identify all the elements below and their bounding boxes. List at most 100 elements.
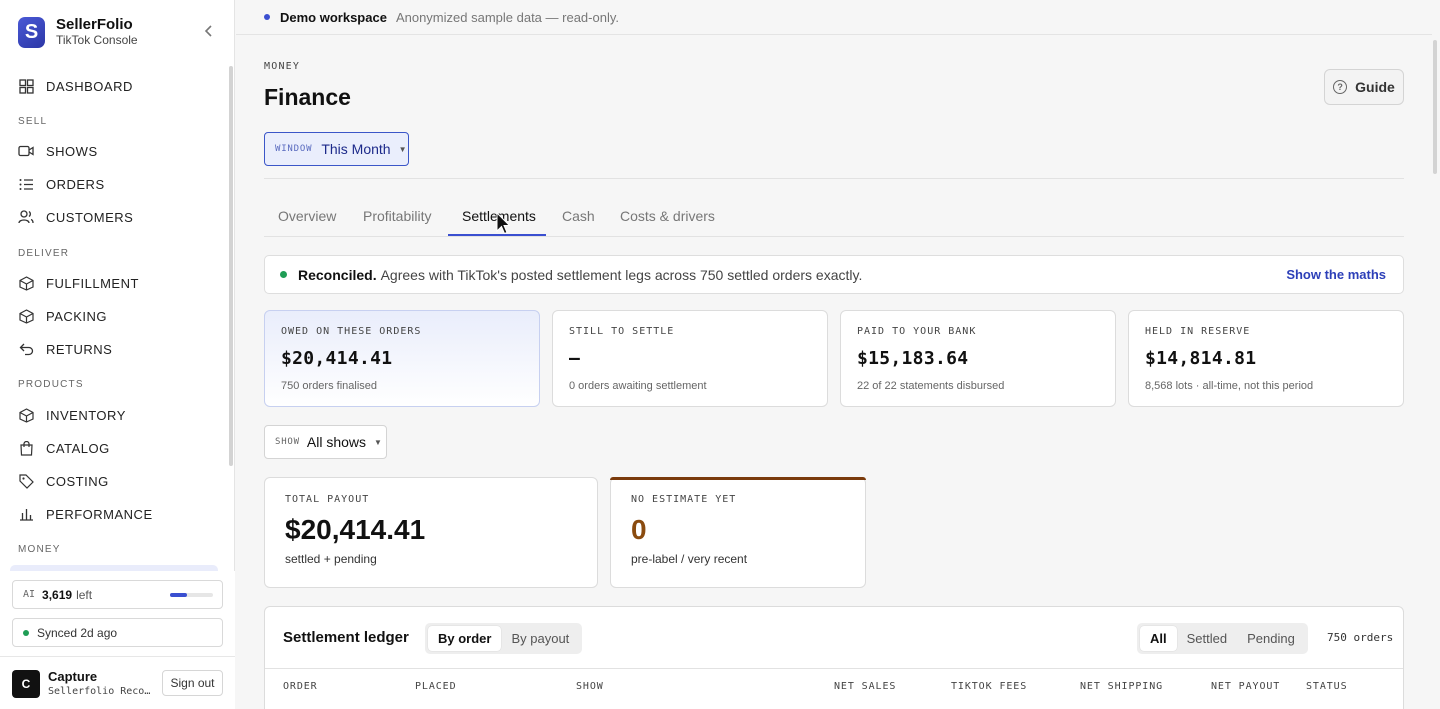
ai-credits[interactable]: AI 3,619 left <box>12 580 223 609</box>
kpi-card-held-in-reserve[interactable]: HELD IN RESERVE $14,814.81 8,568 lots · … <box>1128 310 1404 407</box>
sidebar-item-inventory[interactable]: INVENTORY <box>18 405 126 425</box>
column-header[interactable]: NET PAYOUT <box>1211 681 1280 692</box>
ai-tag: AI <box>23 589 36 600</box>
avatar[interactable]: C <box>12 670 40 698</box>
window-select[interactable]: WINDOW This Month ▼ <box>264 132 409 166</box>
ledger-title: Settlement ledger <box>283 629 409 646</box>
tab-cash[interactable]: Cash <box>562 208 595 237</box>
kpi-sub: 750 orders finalised <box>281 380 378 392</box>
sidebar-item-returns[interactable]: RETURNS <box>18 339 112 359</box>
sidebar-item-label: COSTING <box>46 473 109 489</box>
sidebar-item-catalog[interactable]: CATALOG <box>18 438 110 458</box>
sidebar-item-packing[interactable]: PACKING <box>18 306 107 326</box>
card-value: $20,414.41 <box>285 514 426 545</box>
tab-overview[interactable]: Overview <box>278 208 336 237</box>
sync-status[interactable]: Synced 2d ago <box>12 618 223 647</box>
mouse-pointer-icon <box>496 212 510 235</box>
sidebar-scrollbar[interactable] <box>229 66 233 466</box>
users-icon <box>18 209 34 225</box>
caret-down-icon: ▼ <box>398 144 407 154</box>
guide-label: Guide <box>1355 79 1395 95</box>
filter-all-button[interactable]: All <box>1140 626 1177 651</box>
show-value: All shows <box>306 434 367 450</box>
ai-credits-label: left <box>76 587 93 602</box>
sidebar-item-orders[interactable]: ORDERS <box>18 174 105 194</box>
kpi-value: — <box>569 348 581 369</box>
column-header[interactable]: PLACED <box>415 681 457 692</box>
ai-usage-bar <box>170 593 213 597</box>
status-dot <box>280 271 287 278</box>
total-payout-card: TOTAL PAYOUT $20,414.41 settled + pendin… <box>264 477 598 588</box>
view-by-order-button[interactable]: By order <box>428 626 502 651</box>
column-header[interactable]: ORDER <box>283 681 318 692</box>
no-estimate-card: NO ESTIMATE YET 0 pre-label / very recen… <box>610 477 866 588</box>
ledger-view-toggle: By order By payout <box>425 623 583 654</box>
card-label: NO ESTIMATE YET <box>631 494 737 505</box>
nav-section-money: MONEY <box>18 544 61 555</box>
nav-section-products: PRODUCTS <box>18 379 84 390</box>
ai-usage-fill <box>170 593 188 597</box>
banner-title: Demo workspace <box>280 9 387 25</box>
kpi-card-paid-to-bank[interactable]: PAID TO YOUR BANK $15,183.64 22 of 22 st… <box>840 310 1116 407</box>
sidebar-item-costing[interactable]: COSTING <box>18 471 109 491</box>
sign-out-button[interactable]: Sign out <box>162 670 223 696</box>
kpi-card-still-to-settle[interactable]: STILL TO SETTLE — 0 orders awaiting sett… <box>552 310 828 407</box>
kpi-value: $14,814.81 <box>1145 348 1257 369</box>
card-sub: pre-label / very recent <box>631 552 748 566</box>
kpi-label: OWED ON THESE ORDERS <box>281 326 422 337</box>
ledger-table-header: ORDER PLACED SHOW NET SALES TIKTOK FEES … <box>265 668 1403 702</box>
show-tag: SHOW <box>275 437 300 447</box>
ai-credits-count: 3,619 <box>42 587 73 602</box>
collapse-sidebar-icon[interactable] <box>200 24 218 42</box>
box-icon <box>18 407 34 423</box>
sidebar-item-label: SHOWS <box>46 143 98 159</box>
brand-subtitle: TikTok Console <box>56 33 138 47</box>
sidebar-item-label: RETURNS <box>46 341 113 357</box>
divider <box>264 178 1404 179</box>
kpi-sub: 22 of 22 statements disbursed <box>857 380 1005 392</box>
window-tag: WINDOW <box>275 144 313 154</box>
show-select[interactable]: SHOW All shows ▼ <box>264 425 387 459</box>
window-value: This Month <box>321 141 391 157</box>
reconciled-title: Reconciled. <box>298 266 377 283</box>
column-header[interactable]: TIKTOK FEES <box>951 681 1027 692</box>
tag-icon <box>18 473 34 489</box>
show-maths-link[interactable]: Show the maths <box>1286 267 1386 282</box>
demo-banner: Demo workspace Anonymized sample data — … <box>236 0 1432 35</box>
card-value: 0 <box>631 514 647 545</box>
sidebar-item-fulfillment[interactable]: FULFILLMENT <box>18 273 139 293</box>
sidebar-item-shows[interactable]: SHOWS <box>18 141 98 161</box>
sidebar-item-customers[interactable]: CUSTOMERS <box>18 207 133 227</box>
view-by-payout-button[interactable]: By payout <box>501 626 579 651</box>
guide-button[interactable]: ? Guide <box>1324 69 1404 105</box>
sidebar-item-label: DASHBOARD <box>46 78 133 94</box>
brand[interactable]: S SellerFolio TikTok Console <box>18 16 138 48</box>
tab-profitability[interactable]: Profitability <box>363 208 431 237</box>
tab-costs-drivers[interactable]: Costs & drivers <box>620 208 715 237</box>
sidebar-item-label: PACKING <box>46 308 108 324</box>
brand-name: SellerFolio <box>56 16 133 33</box>
banner-note: Anonymized sample data — read-only. <box>395 9 619 25</box>
main-scrollbar[interactable] <box>1433 40 1437 174</box>
return-arrow-icon <box>18 341 34 357</box>
finance-tabs: Overview Profitability Settlements Cash … <box>264 199 1404 237</box>
filter-settled-button[interactable]: Settled <box>1177 626 1237 651</box>
column-header[interactable]: NET SALES <box>834 681 896 692</box>
column-header[interactable]: NET SHIPPING <box>1080 681 1163 692</box>
sidebar-item-dashboard[interactable]: DASHBOARD <box>18 76 133 96</box>
kpi-card-owed[interactable]: OWED ON THESE ORDERS $20,414.41 750 orde… <box>264 310 540 407</box>
kpi-sub: 8,568 lots · all-time, not this period <box>1145 380 1314 392</box>
ledger-status-filter: All Settled Pending <box>1137 623 1308 654</box>
column-header[interactable]: SHOW <box>576 681 604 692</box>
video-icon <box>18 143 34 159</box>
reconciled-banner: Reconciled. Agrees with TikTok's posted … <box>264 255 1404 294</box>
kpi-label: STILL TO SETTLE <box>569 326 675 337</box>
filter-pending-button[interactable]: Pending <box>1237 626 1305 651</box>
sidebar-item-performance[interactable]: PERFORMANCE <box>18 504 153 524</box>
column-header[interactable]: STATUS <box>1306 681 1348 692</box>
nav-section-deliver: DELIVER <box>18 248 70 259</box>
card-label: TOTAL PAYOUT <box>285 494 370 505</box>
kpi-label: HELD IN RESERVE <box>1145 326 1251 337</box>
card-sub: settled + pending <box>285 552 377 566</box>
status-dot <box>264 14 270 20</box>
